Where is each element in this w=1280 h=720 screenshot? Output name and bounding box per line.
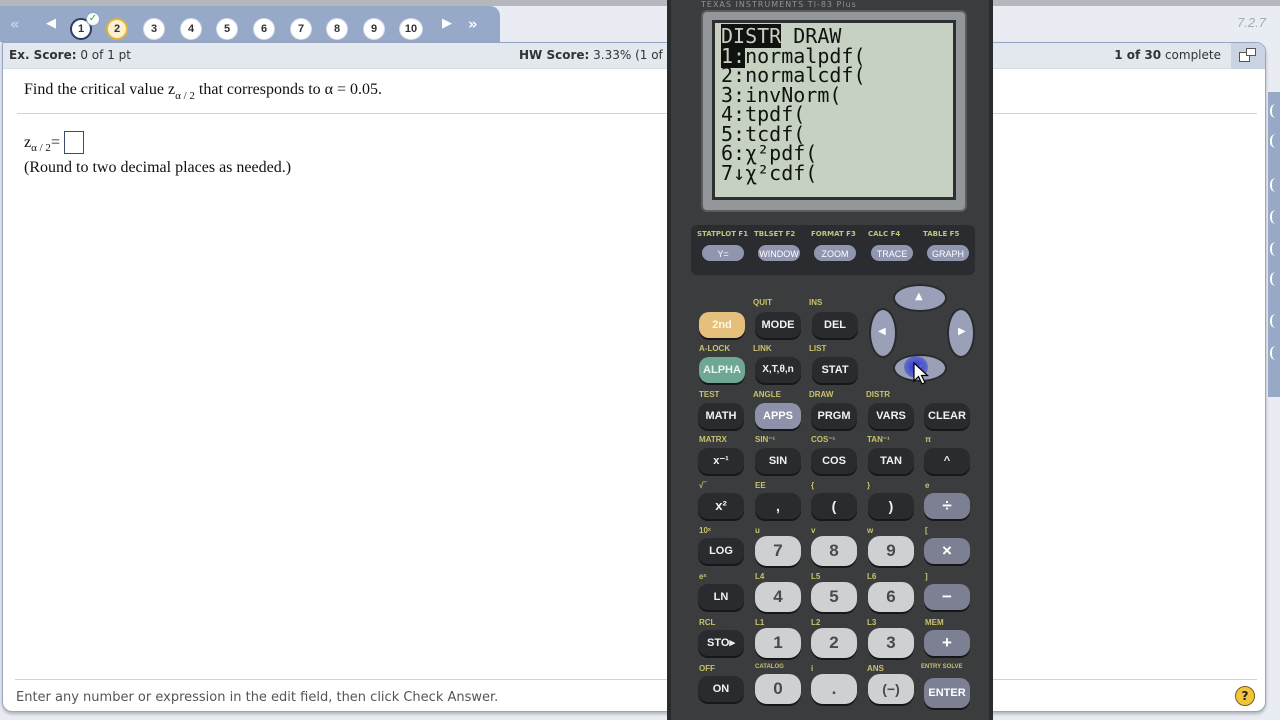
score-bar: Ex. Score: 0 of 1 pt HW Score: 3.33% (1 …: [3, 43, 1265, 69]
key-vars[interactable]: VARS: [868, 403, 914, 429]
key-alpha[interactable]: ALPHA: [699, 357, 745, 383]
side-panel-tab[interactable]: [1268, 92, 1280, 397]
key-graph[interactable]: GRAPH: [926, 244, 970, 262]
help-button[interactable]: ?: [1235, 686, 1255, 706]
question-2-button[interactable]: 2: [106, 18, 128, 40]
arrow-left-button[interactable]: ◀: [869, 308, 897, 358]
key-apps[interactable]: APPS: [755, 403, 801, 429]
key-3[interactable]: 3: [868, 628, 914, 658]
key-y-equals[interactable]: Y=: [701, 244, 745, 262]
question-7-button[interactable]: 7: [290, 18, 312, 40]
last-question-button[interactable]: »: [468, 15, 478, 33]
instruction-text: Enter any number or expression in the ed…: [16, 690, 499, 705]
key-2nd[interactable]: 2nd: [699, 312, 745, 338]
next-question-button[interactable]: ▶: [442, 15, 452, 33]
key-4[interactable]: 4: [755, 582, 801, 612]
key-7[interactable]: 7: [755, 536, 801, 566]
key-negative[interactable]: (−): [868, 674, 914, 704]
answer-input[interactable]: [63, 131, 84, 154]
key-reciprocal[interactable]: x⁻¹: [698, 448, 744, 474]
key-open-paren[interactable]: (: [811, 493, 857, 519]
key-math[interactable]: MATH: [698, 403, 744, 429]
screen-bezel: DISTR DRAW 1:normalpdf( 2:normalcdf( 3:i…: [701, 10, 967, 212]
key-clear[interactable]: CLEAR: [924, 403, 970, 429]
key-subtract[interactable]: −: [924, 584, 970, 610]
popout-window-button[interactable]: [1231, 43, 1265, 69]
question-3-button[interactable]: 3: [143, 18, 165, 40]
calculator-screen: DISTR DRAW 1:normalpdf( 2:normalcdf( 3:i…: [712, 20, 956, 200]
key-decimal[interactable]: .: [811, 674, 857, 704]
key-window[interactable]: WINDOW: [757, 244, 801, 262]
key-8[interactable]: 8: [811, 536, 857, 566]
arrow-right-icon: ▶: [958, 326, 966, 337]
ti83-calculator: TEXAS INSTRUMENTS TI-83 Plus DISTR DRAW …: [667, 0, 993, 720]
key-0[interactable]: 0: [755, 674, 801, 704]
arrow-left-icon: ◀: [878, 326, 886, 337]
answer-line: zα / 2 =: [24, 131, 84, 154]
key-store[interactable]: STO▸: [698, 630, 744, 656]
check-icon: ✓: [86, 12, 100, 26]
key-prgm[interactable]: PRGM: [811, 403, 857, 429]
key-del[interactable]: DEL: [812, 312, 858, 338]
question-panel: Ex. Score: 0 of 1 pt HW Score: 3.33% (1 …: [2, 42, 1266, 712]
question-8-button[interactable]: 8: [326, 18, 348, 40]
first-question-button[interactable]: «: [10, 15, 20, 33]
key-multiply[interactable]: ×: [924, 538, 970, 564]
rounding-note: (Round to two decimal places as needed.): [24, 159, 292, 176]
arrow-up-button[interactable]: ▲: [893, 284, 947, 312]
previous-question-button[interactable]: ◀: [46, 15, 56, 33]
question-4-button[interactable]: 4: [180, 18, 202, 40]
key-9[interactable]: 9: [868, 536, 914, 566]
completion-status: 1 of 30 complete: [1114, 48, 1221, 62]
menu-item: χ²cdf(: [745, 160, 818, 185]
arrow-right-button[interactable]: ▶: [947, 308, 975, 358]
divider: [15, 679, 1257, 680]
key-on[interactable]: ON: [698, 676, 744, 702]
question-5-button[interactable]: 5: [216, 18, 238, 40]
key-comma[interactable]: ,: [755, 493, 801, 519]
key-6[interactable]: 6: [868, 582, 914, 612]
key-sin[interactable]: SIN: [755, 448, 801, 474]
key-cos[interactable]: COS: [811, 448, 857, 474]
key-trace[interactable]: TRACE: [870, 244, 914, 262]
key-1[interactable]: 1: [755, 628, 801, 658]
key-ln[interactable]: LN: [698, 584, 744, 610]
key-log[interactable]: LOG: [698, 538, 744, 564]
key-stat[interactable]: STAT: [812, 357, 858, 383]
key-divide[interactable]: ÷: [924, 493, 970, 519]
question-9-button[interactable]: 9: [363, 18, 385, 40]
question-10-button[interactable]: 10: [399, 18, 423, 40]
divider: [17, 113, 1257, 114]
question-6-button[interactable]: 6: [253, 18, 275, 40]
key-close-paren[interactable]: ): [868, 493, 914, 519]
key-2[interactable]: 2: [811, 628, 857, 658]
version-label: 7.2.7: [1237, 15, 1266, 30]
question-nav-bar: « ◀ 1 ✓ 2 3 4 5 6 7 8 9 10 ▶ »: [0, 6, 500, 42]
key-enter[interactable]: ENTER: [924, 678, 970, 708]
mouse-cursor-icon: [913, 362, 930, 385]
key-mode[interactable]: MODE: [755, 312, 801, 338]
key-xtthetan[interactable]: X,T,θ,n: [755, 357, 801, 383]
key-tan[interactable]: TAN: [868, 448, 914, 474]
key-zoom[interactable]: ZOOM: [813, 244, 857, 262]
question-text: Find the critical value zα / 2 that corr…: [24, 81, 383, 102]
arrow-up-icon: ▲: [915, 291, 923, 302]
key-5[interactable]: 5: [811, 582, 857, 612]
key-power[interactable]: ^: [924, 448, 970, 474]
key-square[interactable]: x²: [698, 493, 744, 519]
exercise-score: Ex. Score: 0 of 1 pt: [9, 48, 131, 62]
key-add[interactable]: +: [924, 630, 970, 656]
